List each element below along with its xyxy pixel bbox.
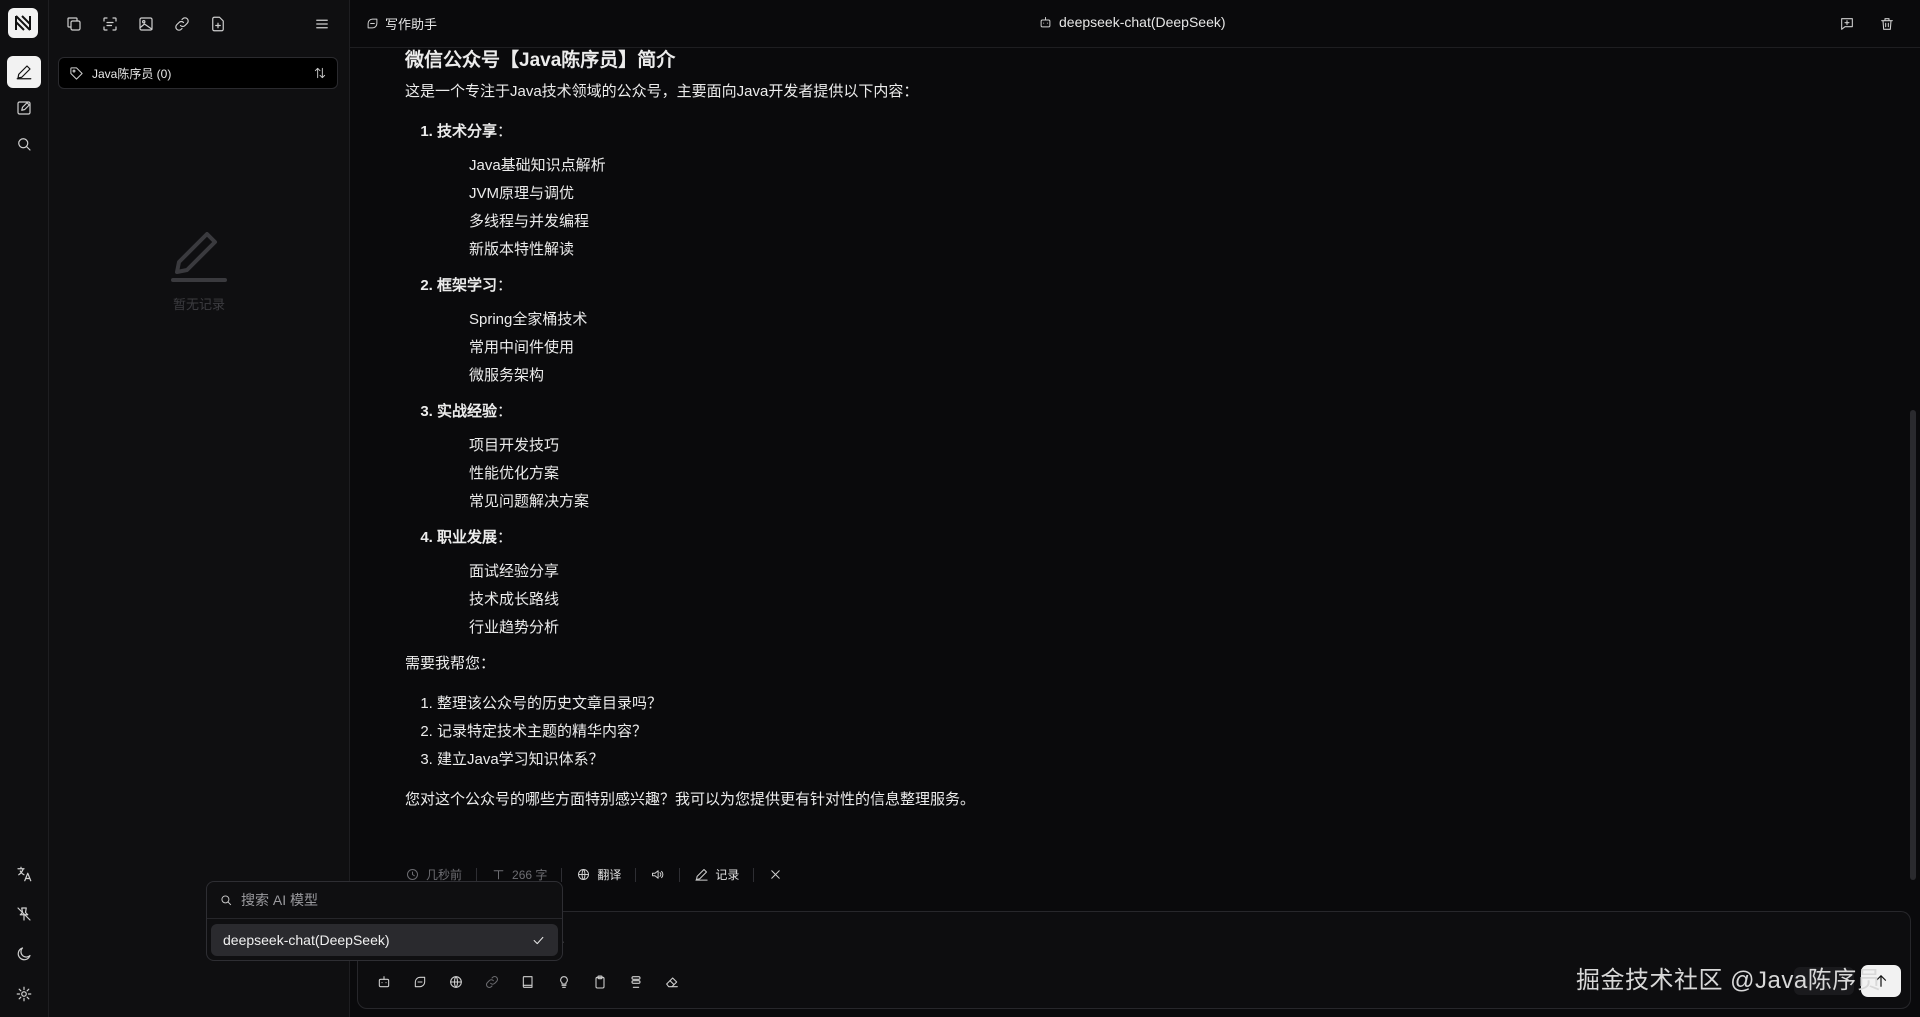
model-option-label: deepseek-chat(DeepSeek) bbox=[223, 932, 390, 948]
menu-icon[interactable] bbox=[309, 12, 335, 36]
list-item: 多线程与并发编程 bbox=[469, 213, 590, 230]
rail-edit-icon[interactable] bbox=[7, 92, 41, 124]
list-item: 微服务架构 bbox=[469, 367, 545, 384]
assistant-label: 写作助手 bbox=[385, 17, 438, 32]
section-item: 职业发展： 面试经验分享 技术成长路线 行业趋势分析 bbox=[437, 524, 1605, 642]
list-item: 整理该公众号的历史文章目录吗？ bbox=[437, 690, 1605, 718]
layers-icon[interactable] bbox=[624, 970, 648, 994]
record-panel: Java陈序员 (0) 暂无记录 bbox=[49, 0, 350, 1017]
copy-icon[interactable] bbox=[61, 12, 87, 36]
chat-scrollbar[interactable] bbox=[1910, 410, 1916, 880]
empty-state-text: 暂无记录 bbox=[172, 297, 225, 312]
speak-button[interactable] bbox=[650, 867, 665, 882]
record-button[interactable]: 记录 bbox=[694, 866, 739, 883]
scan-icon[interactable] bbox=[97, 12, 123, 36]
empty-state: 暂无记录 bbox=[49, 232, 349, 313]
input-toolbar bbox=[372, 970, 684, 994]
new-chat-icon[interactable] bbox=[1836, 13, 1858, 35]
section-item: 技术分享： Java基础知识点解析 JVM原理与调优 多线程与并发编程 新版本特… bbox=[437, 118, 1605, 264]
close-button[interactable] bbox=[768, 867, 783, 882]
list-item: 建立Java学习知识体系？ bbox=[437, 746, 1605, 774]
sort-icon[interactable] bbox=[313, 66, 327, 80]
rail-theme-moon-icon[interactable] bbox=[7, 938, 41, 970]
model-option-selected[interactable]: deepseek-chat(DeepSeek) bbox=[211, 924, 558, 956]
list-item: 新版本特性解读 bbox=[469, 241, 575, 258]
speaker-icon bbox=[652, 870, 664, 879]
lightbulb-icon[interactable] bbox=[552, 970, 576, 994]
panel-toolbar bbox=[49, 10, 349, 38]
assistant-message: 微信公众号【Java陈序员】简介 这是一个专注于Java技术领域的公众号，主要面… bbox=[405, 48, 1605, 826]
message-closing: 您对这个公众号的哪些方面特别感兴趣？我可以为您提供更有针对性的信息整理服务。 bbox=[405, 791, 976, 808]
left-rail bbox=[0, 0, 49, 1017]
tag-item-java[interactable]: Java陈序员 (0) bbox=[58, 57, 338, 89]
knowledge-book-icon[interactable] bbox=[516, 970, 540, 994]
model-dropdown: deepseek-chat(DeepSeek) bbox=[206, 881, 563, 961]
help-intro: 需要我帮您： bbox=[405, 655, 496, 672]
list-item: 技术成长路线 bbox=[469, 591, 560, 608]
clipboard-icon[interactable] bbox=[588, 970, 612, 994]
list-item: 常用中间件使用 bbox=[469, 339, 575, 356]
tag-label: Java陈序员 (0) bbox=[92, 66, 172, 81]
rail-pin-off-icon[interactable] bbox=[7, 898, 41, 930]
record-icon bbox=[695, 869, 709, 881]
rail-settings-icon[interactable] bbox=[7, 978, 41, 1010]
help-list: 整理该公众号的历史文章目录吗？ 记录特定技术主题的精华内容？ 建立Java学习知… bbox=[405, 690, 1605, 774]
link-icon[interactable] bbox=[169, 12, 195, 36]
model-title-label: deepseek-chat(DeepSeek) bbox=[1059, 14, 1226, 30]
list-item: Java基础知识点解析 bbox=[469, 157, 606, 174]
content-sections: 技术分享： Java基础知识点解析 JVM原理与调优 多线程与并发编程 新版本特… bbox=[405, 118, 1605, 642]
assistant-icon bbox=[367, 18, 378, 29]
globe-icon bbox=[578, 869, 590, 880]
empty-record-icon bbox=[171, 232, 227, 282]
list-item: 性能优化方案 bbox=[469, 465, 560, 482]
translate-button[interactable]: 翻译 bbox=[576, 866, 621, 883]
watermark: 掘金技术社区 @Java陈序员 bbox=[1576, 967, 1882, 994]
list-item: 记录特定技术主题的精华内容？ bbox=[437, 718, 1605, 746]
section-item: 实战经验： 项目开发技巧 性能优化方案 常见问题解决方案 bbox=[437, 398, 1605, 516]
rail-record-icon[interactable] bbox=[7, 56, 41, 88]
section-item: 框架学习： Spring全家桶技术 常用中间件使用 微服务架构 bbox=[437, 272, 1605, 390]
clock-icon bbox=[407, 869, 418, 880]
list-item: 常见问题解决方案 bbox=[469, 493, 590, 510]
message-intro: 这是一个专注于Java技术领域的公众号，主要面向Java开发者提供以下内容： bbox=[405, 83, 919, 100]
list-item: Spring全家桶技术 bbox=[469, 311, 588, 328]
image-icon[interactable] bbox=[133, 12, 159, 36]
file-add-icon[interactable] bbox=[205, 12, 231, 36]
attach-link-icon[interactable] bbox=[480, 970, 504, 994]
assistant-switch-icon[interactable] bbox=[408, 970, 432, 994]
list-item: JVM原理与调优 bbox=[469, 185, 575, 202]
eraser-icon[interactable] bbox=[660, 970, 684, 994]
bot-icon bbox=[1040, 16, 1051, 27]
rail-search-icon[interactable] bbox=[7, 128, 41, 160]
tag-icon bbox=[70, 66, 83, 80]
model-title[interactable]: deepseek-chat(DeepSeek) bbox=[1038, 14, 1226, 30]
check-icon bbox=[533, 936, 544, 944]
chat-header: 写作助手 deepseek-chat(DeepSeek) bbox=[350, 0, 1920, 48]
model-search-input[interactable] bbox=[239, 891, 543, 909]
message-title: 微信公众号【Java陈序员】简介 bbox=[405, 50, 676, 71]
close-icon bbox=[771, 870, 781, 879]
list-item: 行业趋势分析 bbox=[469, 619, 560, 636]
model-search bbox=[207, 882, 562, 919]
text-icon bbox=[493, 870, 504, 880]
model-select-icon[interactable] bbox=[372, 970, 396, 994]
list-item: 项目开发技巧 bbox=[469, 437, 560, 454]
app-logo[interactable] bbox=[8, 8, 38, 38]
web-search-icon[interactable] bbox=[444, 970, 468, 994]
rail-translate-icon[interactable] bbox=[7, 858, 41, 890]
assistant-selector[interactable]: 写作助手 bbox=[365, 14, 437, 33]
delete-icon[interactable] bbox=[1876, 13, 1898, 35]
search-icon bbox=[221, 895, 232, 906]
list-item: 面试经验分享 bbox=[469, 563, 560, 580]
